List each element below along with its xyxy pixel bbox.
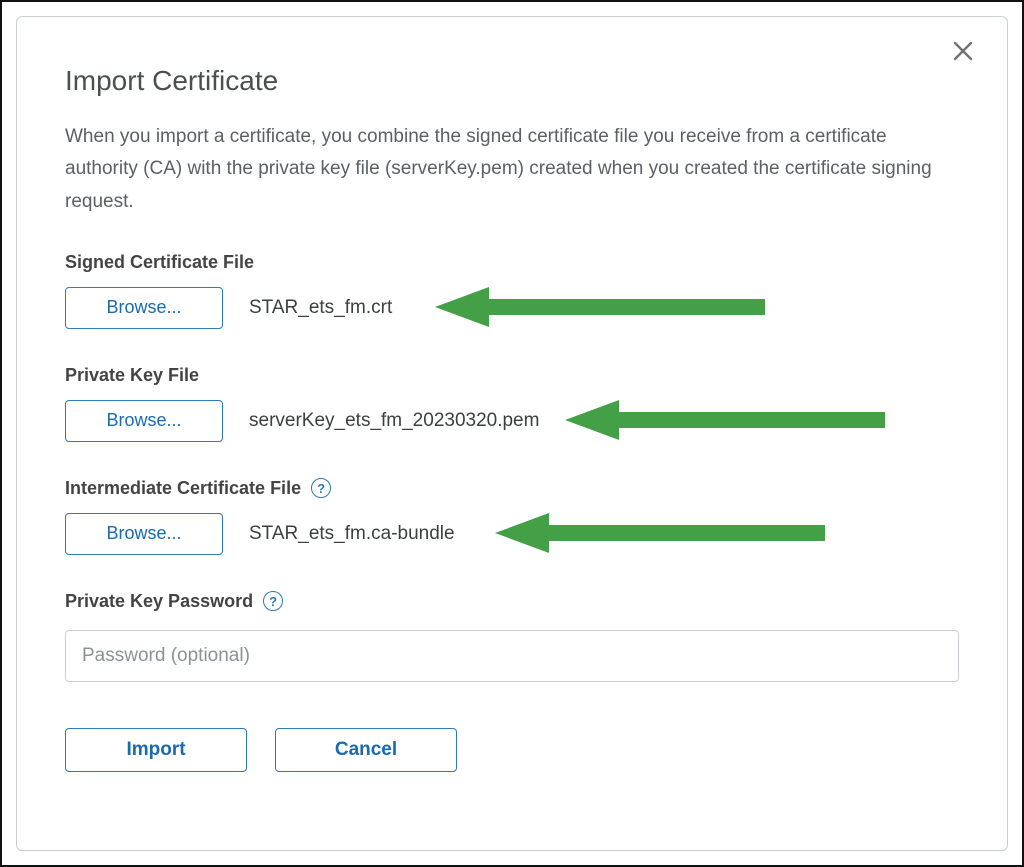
annotation-arrow-icon — [565, 396, 885, 444]
dialog-description: When you import a certificate, you combi… — [65, 121, 945, 218]
help-icon[interactable]: ? — [263, 591, 283, 611]
intermediate-cert-browse-button[interactable]: Browse... — [65, 513, 223, 555]
private-key-row: Browse... serverKey_ets_fm_20230320.pem — [65, 400, 959, 442]
intermediate-cert-label: Intermediate Certificate File ? — [65, 478, 959, 499]
dialog-title: Import Certificate — [65, 65, 959, 97]
intermediate-cert-row: Browse... STAR_ets_fm.ca-bundle — [65, 513, 959, 555]
signed-cert-browse-button[interactable]: Browse... — [65, 287, 223, 329]
password-label: Private Key Password ? — [65, 591, 959, 612]
import-button[interactable]: Import — [65, 728, 247, 772]
intermediate-cert-label-text: Intermediate Certificate File — [65, 478, 301, 499]
password-label-text: Private Key Password — [65, 591, 253, 612]
window-frame: Import Certificate When you import a cer… — [0, 0, 1024, 867]
private-key-filename: serverKey_ets_fm_20230320.pem — [249, 410, 539, 432]
password-input[interactable] — [65, 630, 959, 682]
close-icon — [951, 39, 975, 63]
annotation-arrow-icon — [435, 283, 765, 331]
close-button[interactable] — [951, 39, 981, 69]
help-icon[interactable]: ? — [311, 478, 331, 498]
annotation-arrow-icon — [495, 509, 825, 557]
signed-cert-label: Signed Certificate File — [65, 252, 959, 273]
import-certificate-dialog: Import Certificate When you import a cer… — [16, 16, 1008, 851]
dialog-actions: Import Cancel — [65, 728, 959, 772]
signed-cert-row: Browse... STAR_ets_fm.crt — [65, 287, 959, 329]
private-key-browse-button[interactable]: Browse... — [65, 400, 223, 442]
private-key-label: Private Key File — [65, 365, 959, 386]
signed-cert-filename: STAR_ets_fm.crt — [249, 297, 392, 319]
cancel-button[interactable]: Cancel — [275, 728, 457, 772]
intermediate-cert-filename: STAR_ets_fm.ca-bundle — [249, 523, 455, 545]
